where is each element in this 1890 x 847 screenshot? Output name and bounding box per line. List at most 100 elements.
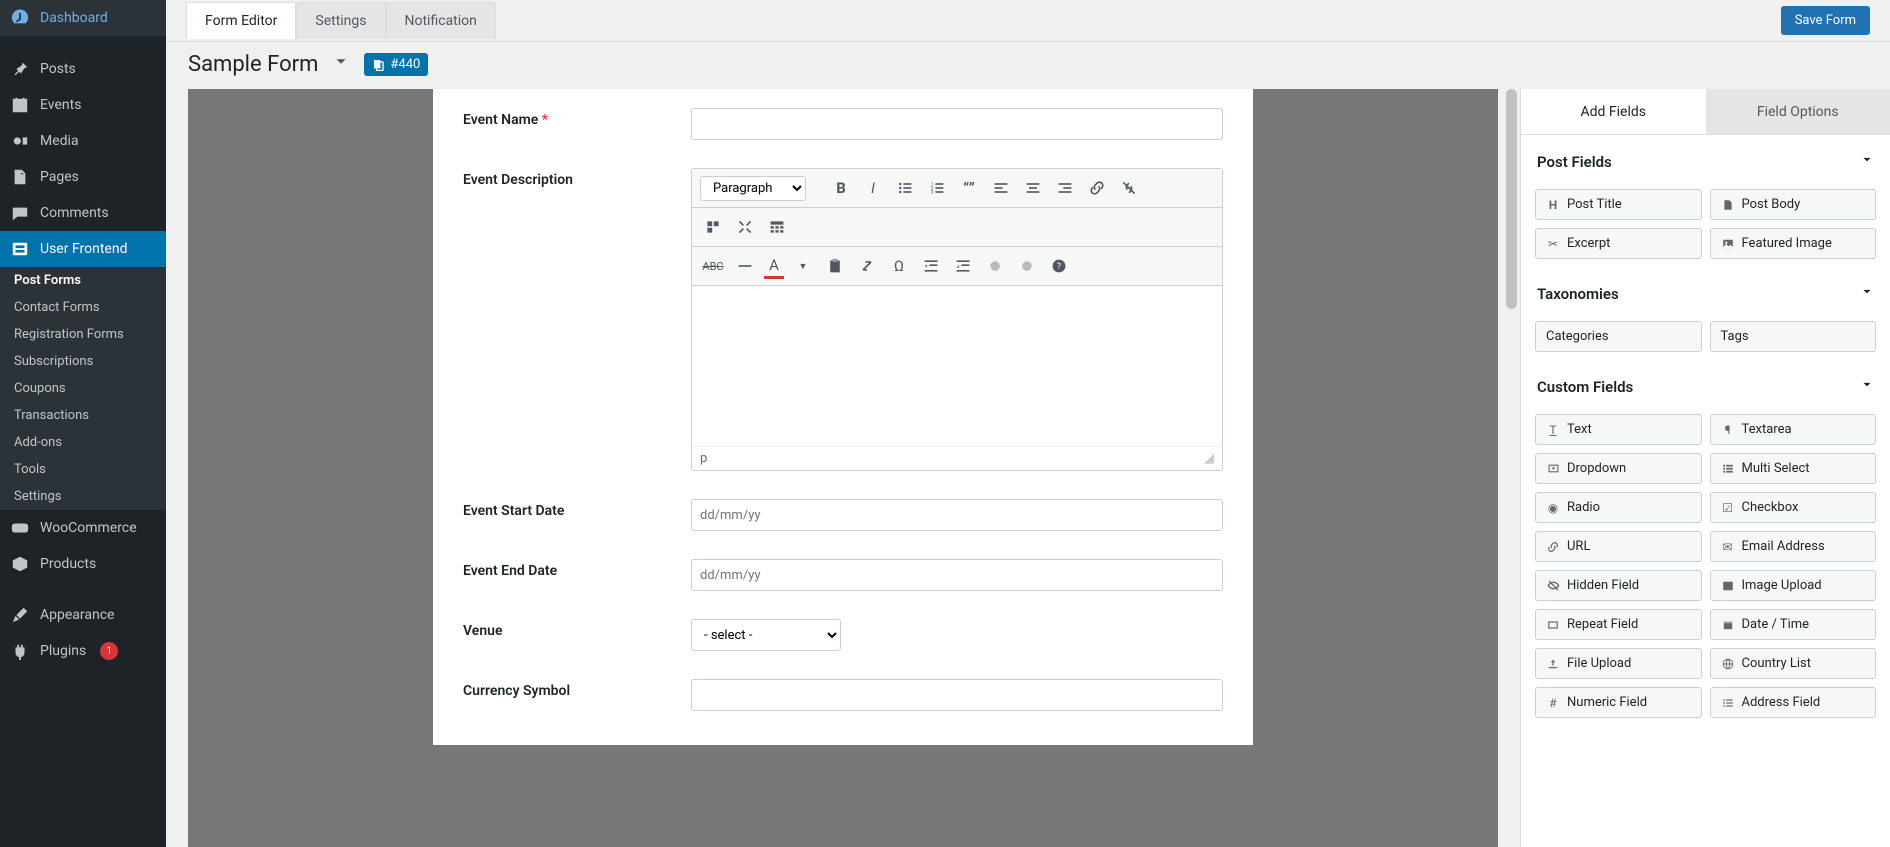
field-btn-address[interactable]: Address Field (1710, 687, 1877, 718)
clear-formatting-icon[interactable] (854, 253, 880, 279)
sidebar-item-products[interactable]: Products (0, 546, 166, 582)
sidebar-item-comments[interactable]: Comments (0, 195, 166, 231)
sidebar-subitem-transactions[interactable]: Transactions (0, 402, 166, 429)
align-right-icon[interactable] (1052, 175, 1078, 201)
undo-icon[interactable] (982, 253, 1008, 279)
scrollbar-thumb[interactable] (1506, 89, 1517, 309)
sidebar-subitem-coupons[interactable]: Coupons (0, 375, 166, 402)
field-event-end-date[interactable]: Event End Date (463, 545, 1223, 605)
field-currency-symbol[interactable]: Currency Symbol (463, 665, 1223, 725)
field-btn-repeat[interactable]: Repeat Field (1535, 609, 1702, 640)
sidebar-item-appearance[interactable]: Appearance (0, 597, 166, 633)
field-venue[interactable]: Venue - select - (463, 605, 1223, 665)
field-btn-country-list[interactable]: Country List (1710, 648, 1877, 679)
editor-body[interactable] (692, 286, 1222, 446)
sidebar-item-pages[interactable]: Pages (0, 159, 166, 195)
chevron-down-icon[interactable] (332, 53, 350, 76)
tab-field-options[interactable]: Field Options (1706, 89, 1890, 134)
outdent-icon[interactable] (918, 253, 944, 279)
dropdown-icon[interactable]: ▼ (790, 253, 816, 279)
field-btn-url[interactable]: URL (1535, 531, 1702, 562)
indent-icon[interactable] (950, 253, 976, 279)
field-event-start-date[interactable]: Event Start Date (463, 485, 1223, 545)
sidebar-item-plugins[interactable]: Plugins 1 (0, 633, 166, 669)
comments-icon (10, 203, 30, 223)
field-control: Paragraph B I 123 “” (691, 168, 1223, 471)
field-btn-hidden[interactable]: Hidden Field (1535, 570, 1702, 601)
numbered-list-icon[interactable]: 123 (924, 175, 950, 201)
distraction-free-icon[interactable] (732, 214, 758, 240)
form-id-badge[interactable]: #440 (364, 53, 428, 76)
strikethrough-icon[interactable]: ABC (700, 253, 726, 279)
italic-icon[interactable]: I (860, 175, 886, 201)
sidebar-item-media[interactable]: Media (0, 123, 166, 159)
redo-icon[interactable] (1014, 253, 1040, 279)
sidebar-item-posts[interactable]: Posts (0, 51, 166, 87)
format-select[interactable]: Paragraph (700, 176, 806, 201)
sidebar-item-woocommerce[interactable]: WooCommerce (0, 510, 166, 546)
tab-add-fields[interactable]: Add Fields (1521, 89, 1706, 134)
special-char-icon[interactable]: Ω (886, 253, 912, 279)
field-label: Currency Symbol (463, 679, 691, 711)
field-btn-post-body[interactable]: Post Body (1710, 189, 1877, 220)
paste-text-icon[interactable] (822, 253, 848, 279)
field-btn-multi-select[interactable]: Multi Select (1710, 453, 1877, 484)
tab-notification[interactable]: Notification (386, 2, 496, 39)
sidebar-subitem-addons[interactable]: Add-ons (0, 429, 166, 456)
field-btn-checkbox[interactable]: ☑Checkbox (1710, 492, 1877, 523)
sidebar-item-dashboard[interactable]: Dashboard (0, 0, 166, 36)
field-btn-file-upload[interactable]: File Upload (1535, 648, 1702, 679)
currency-symbol-input[interactable] (691, 679, 1223, 711)
venue-select[interactable]: - select - (691, 619, 841, 651)
sidebar-subitem-tools[interactable]: Tools (0, 456, 166, 483)
toolbar-toggle-icon[interactable] (764, 214, 790, 240)
bold-icon[interactable]: B (828, 175, 854, 201)
link-icon[interactable] (1084, 175, 1110, 201)
section-head[interactable]: Post Fields (1535, 145, 1876, 179)
text-color-icon[interactable]: A (764, 253, 784, 279)
sidebar-subitem-subscriptions[interactable]: Subscriptions (0, 348, 166, 375)
field-btn-dropdown[interactable]: Dropdown (1535, 453, 1702, 484)
grid-icon (10, 239, 30, 259)
sidebar-item-events[interactable]: Events (0, 87, 166, 123)
field-btn-categories[interactable]: Categories (1535, 321, 1702, 352)
align-center-icon[interactable] (1020, 175, 1046, 201)
event-start-date-input[interactable] (691, 499, 1223, 531)
event-name-input[interactable] (691, 108, 1223, 140)
hr-icon[interactable] (732, 253, 758, 279)
event-end-date-input[interactable] (691, 559, 1223, 591)
section-head[interactable]: Custom Fields (1535, 370, 1876, 404)
field-btn-date-time[interactable]: Date / Time (1710, 609, 1877, 640)
help-icon[interactable]: ? (1046, 253, 1072, 279)
sidebar-item-user-frontend[interactable]: User Frontend (0, 231, 166, 267)
resize-handle-icon[interactable]: ◢ (1204, 451, 1214, 466)
tab-form-editor[interactable]: Form Editor (186, 2, 296, 39)
canvas-scrollbar[interactable] (1505, 89, 1518, 847)
section-head[interactable]: Taxonomies (1535, 277, 1876, 311)
sidebar-subitem-registration-forms[interactable]: Registration Forms (0, 321, 166, 348)
sidebar-subitem-settings[interactable]: Settings (0, 483, 166, 510)
fullscreen-icon[interactable] (700, 214, 726, 240)
field-btn-radio[interactable]: ◉Radio (1535, 492, 1702, 523)
sidebar-item-label: Media (40, 133, 79, 149)
sidebar-subitem-post-forms[interactable]: Post Forms (0, 267, 166, 294)
field-btn-image-upload[interactable]: Image Upload (1710, 570, 1877, 601)
sidebar-subitem-contact-forms[interactable]: Contact Forms (0, 294, 166, 321)
field-btn-text[interactable]: TText (1535, 414, 1702, 445)
field-btn-excerpt[interactable]: ✂Excerpt (1535, 228, 1702, 259)
field-btn-tags[interactable]: Tags (1710, 321, 1877, 352)
field-btn-numeric[interactable]: #Numeric Field (1535, 687, 1702, 718)
blockquote-icon[interactable]: “” (956, 175, 982, 201)
tab-settings[interactable]: Settings (296, 2, 385, 39)
field-btn-textarea[interactable]: ¶Textarea (1710, 414, 1877, 445)
field-btn-post-title[interactable]: HPost Title (1535, 189, 1702, 220)
align-left-icon[interactable] (988, 175, 1014, 201)
bullet-list-icon[interactable] (892, 175, 918, 201)
unlink-icon[interactable] (1116, 175, 1142, 201)
field-control (691, 108, 1223, 140)
field-event-description[interactable]: Event Description Paragraph B I 123 (463, 154, 1223, 485)
save-form-button[interactable]: Save Form (1781, 6, 1870, 35)
field-btn-featured-image[interactable]: Featured Image (1710, 228, 1877, 259)
field-event-name[interactable]: Event Name * (463, 94, 1223, 154)
field-btn-email[interactable]: ✉Email Address (1710, 531, 1877, 562)
